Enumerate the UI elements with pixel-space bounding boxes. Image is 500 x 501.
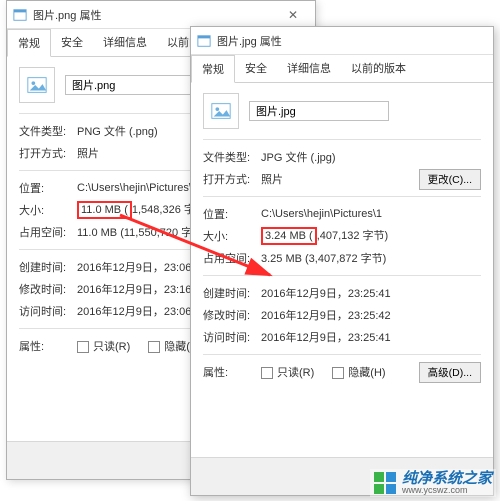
modified-label: 修改时间: [203,307,261,323]
window-icon [197,34,211,48]
accessed-label: 访问时间: [203,329,261,345]
openwith-label: 打开方式: [203,171,261,187]
tab-strip: 常规 安全 详细信息 以前的版本 [191,55,493,83]
watermark-name: 纯净系统之家 [402,471,492,486]
filetype-label: 文件类型: [203,149,261,165]
modified-label: 修改时间: [19,281,77,297]
openwith-value: 照片 [261,171,419,187]
tab-security[interactable]: 安全 [51,29,93,56]
accessed-label: 访问时间: [19,303,77,319]
attributes-label: 属性: [19,338,77,354]
file-type-icon [19,67,55,103]
tab-general[interactable]: 常规 [191,55,235,83]
sizeondisk-value: 3.25 MB (3,407,872 字节) [261,250,481,266]
file-type-icon [203,93,239,129]
location-label: 位置: [203,206,261,222]
filename-input[interactable] [65,75,205,95]
filetype-value: JPG 文件 (.jpg) [261,149,481,165]
properties-dialog-jpg: 图片.jpg 属性 常规 安全 详细信息 以前的版本 文件类型:JPG 文件 (… [190,26,494,496]
advanced-button[interactable]: 高级(D)... [419,362,481,383]
watermark-url: www.ycswz.com [402,486,492,495]
window-icon [13,8,27,22]
size-highlight: 3.24 MB ( [261,227,317,245]
hidden-checkbox[interactable]: 隐藏(H) [332,364,385,380]
titlebar[interactable]: 图片.jpg 属性 [191,27,493,55]
sizeondisk-label: 占用空间: [203,250,261,266]
size-highlight: 11.0 MB ( [77,201,132,219]
location-value: C:\Users\hejin\Pictures\1 [261,208,481,220]
readonly-checkbox[interactable]: 只读(R) [261,364,314,380]
tab-security[interactable]: 安全 [235,55,277,82]
tab-details[interactable]: 详细信息 [277,55,341,82]
window-title: 图片.png 属性 [33,7,277,23]
tab-content: 文件类型:JPG 文件 (.jpg) 打开方式:照片更改(C)... 位置:C:… [191,83,493,457]
readonly-checkbox[interactable]: 只读(R) [77,338,130,354]
tab-details[interactable]: 详细信息 [93,29,157,56]
watermark: 纯净系统之家 www.ycswz.com [370,469,496,497]
size-label: 大小: [203,228,261,244]
tab-previous[interactable]: 以前的版本 [341,55,416,82]
size-value: 3.24 MB (,407,132 字节) [261,227,481,245]
close-icon[interactable]: ✕ [277,5,309,25]
created-label: 创建时间: [203,285,261,301]
modified-value: 2016年12月9日，23:25:42 [261,307,481,323]
openwith-label: 打开方式: [19,145,77,161]
accessed-value: 2016年12月9日，23:25:41 [261,329,481,345]
window-title: 图片.jpg 属性 [217,33,487,49]
location-label: 位置: [19,180,77,196]
watermark-logo-icon [374,472,396,494]
created-label: 创建时间: [19,259,77,275]
titlebar[interactable]: 图片.png 属性 ✕ [7,1,315,29]
tab-general[interactable]: 常规 [7,29,51,57]
change-button[interactable]: 更改(C)... [419,169,481,190]
created-value: 2016年12月9日，23:25:41 [261,285,481,301]
size-label: 大小: [19,202,77,218]
filetype-label: 文件类型: [19,123,77,139]
attributes-label: 属性: [203,364,261,380]
filename-input[interactable] [249,101,389,121]
sizeondisk-label: 占用空间: [19,224,77,240]
